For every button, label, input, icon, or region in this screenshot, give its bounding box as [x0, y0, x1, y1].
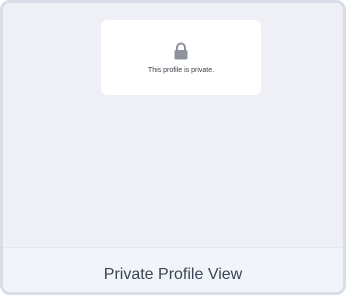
- private-notice-box: This profile is private.: [101, 20, 261, 95]
- lock-icon: [173, 42, 189, 60]
- card-footer: Private Profile View: [3, 247, 343, 292]
- private-profile-card: This profile is private. Private Profile…: [0, 0, 346, 295]
- private-notice-text: This profile is private.: [147, 67, 215, 74]
- profile-preview-area: This profile is private.: [3, 3, 343, 247]
- card-title: Private Profile View: [103, 266, 243, 283]
